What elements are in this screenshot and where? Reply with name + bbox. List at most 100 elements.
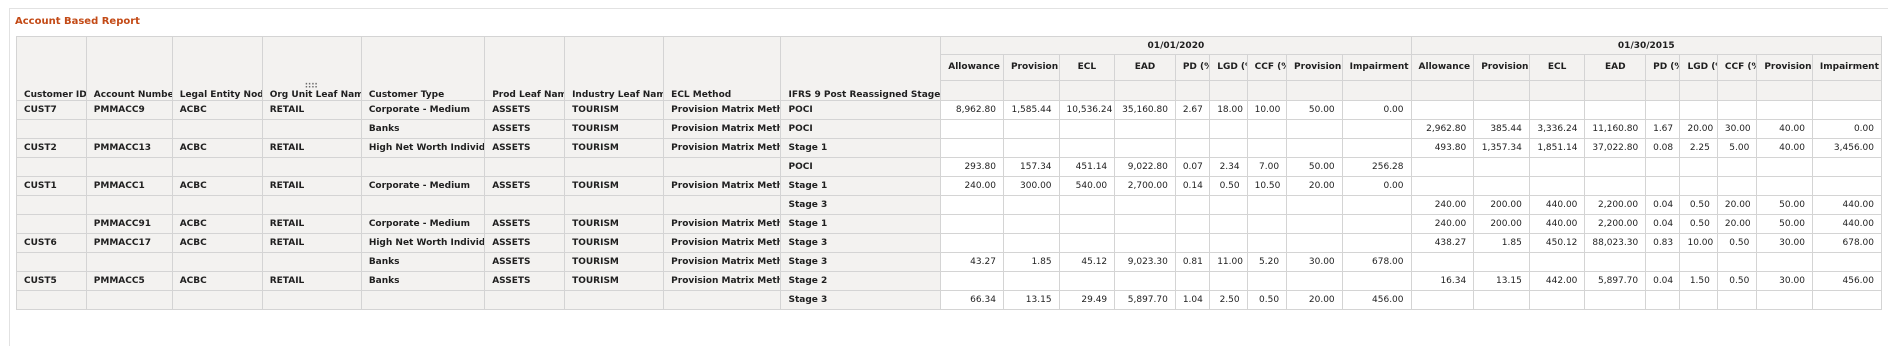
- dimension-cell: RETAIL: [261, 100, 362, 120]
- value-cell: 11,160.80: [1584, 119, 1647, 139]
- measure-header[interactable]: Provision: [1473, 54, 1530, 81]
- dimension-cell: PMMACC5: [85, 271, 173, 291]
- value-cell: 10.50: [1246, 176, 1288, 196]
- column-header-0[interactable]: Customer ID: [16, 36, 87, 101]
- measure-header[interactable]: Impairment Gain/Loss: [1811, 54, 1883, 81]
- dimension-cell: [171, 290, 263, 310]
- header-spacer: [940, 80, 1004, 101]
- value-cell: 10.00: [1679, 233, 1718, 253]
- measure-header[interactable]: PD (%): [1174, 54, 1211, 81]
- value-cell: 88,023.30: [1584, 233, 1647, 253]
- value-cell: [1410, 176, 1475, 196]
- column-header-label: Industry Leaf Name: [572, 90, 664, 100]
- value-cell: 2,200.00: [1584, 195, 1647, 215]
- measure-header[interactable]: EAD: [1114, 54, 1176, 81]
- value-cell: 0.50: [1246, 290, 1288, 310]
- value-cell: [1286, 214, 1343, 234]
- dimension-cell: [85, 119, 173, 139]
- dimension-cell: Provision Matrix Method: [663, 138, 782, 158]
- value-cell: 2,962.80: [1410, 119, 1475, 139]
- value-cell: 50.00: [1286, 157, 1343, 177]
- dimension-cell: TOURISM: [564, 119, 665, 139]
- value-cell: [1209, 138, 1248, 158]
- value-cell: [1174, 119, 1211, 139]
- column-header-5[interactable]: Prod Leaf Name: [484, 36, 566, 101]
- column-header-6[interactable]: Industry Leaf Name: [564, 36, 665, 101]
- table-row[interactable]: BanksASSETSTOURISMProvision Matrix Metho…: [16, 252, 1883, 272]
- value-cell: 5.00: [1716, 138, 1758, 158]
- column-header-3[interactable]: ∷∷ Org Unit Leaf Name: [261, 36, 362, 101]
- table-row[interactable]: CUST1 PMMACC1 ACBC RETAIL Corporate - Medium…: [16, 176, 1883, 196]
- dimension-cell: Provision Matrix Method: [663, 233, 782, 253]
- value-cell: [1473, 100, 1530, 120]
- table-row[interactable]: PMMACC91 ACBC RETAIL Corporate - Medium ASSE…: [16, 214, 1883, 234]
- value-cell: 0.04: [1645, 214, 1681, 234]
- column-header-1[interactable]: Account Number: [85, 36, 173, 101]
- dimension-cell: [171, 195, 263, 215]
- measure-header[interactable]: Allowance: [1410, 54, 1475, 81]
- dimension-cell: TOURISM: [564, 233, 665, 253]
- dimension-cell: TOURISM: [564, 176, 665, 196]
- value-cell: [1002, 214, 1060, 234]
- value-cell: 2.34: [1209, 157, 1248, 177]
- table-row[interactable]: BanksASSETSTOURISMProvision Matrix Metho…: [16, 119, 1883, 139]
- value-cell: 5,897.70: [1114, 290, 1176, 310]
- table-row[interactable]: CUST7 PMMACC9 ACBC RETAIL Corporate - Medium…: [16, 100, 1883, 120]
- table-row[interactable]: POCI 293.80 157.34 451.14 9,022.80 0.07 2.34 7.…: [16, 157, 1883, 177]
- measure-header[interactable]: Impairment Gain/Loss: [1341, 54, 1412, 81]
- dimension-cell: Corporate - Medium: [360, 176, 486, 196]
- table-row[interactable]: Stage 3 66.34 13.15 29.49 5,897.70 1.04 2.50 0.…: [16, 290, 1883, 310]
- value-cell: [1528, 100, 1586, 120]
- table-row[interactable]: CUST2 PMMACC13 ACBC RETAIL High Net Worth In…: [16, 138, 1883, 158]
- dimension-cell: Provision Matrix Method: [663, 100, 782, 120]
- measure-header[interactable]: ECL: [1528, 54, 1586, 81]
- column-header-4[interactable]: Customer Type: [360, 36, 486, 101]
- column-header-2[interactable]: Legal Entity Node: [171, 36, 263, 101]
- value-cell: 240.00: [1410, 214, 1475, 234]
- value-cell: 40.00: [1756, 119, 1813, 139]
- measure-header[interactable]: Provision Rate (%): [1756, 54, 1813, 81]
- measure-header[interactable]: Provision Rate (%): [1286, 54, 1343, 81]
- value-cell: 456.00: [1811, 271, 1883, 291]
- value-cell: [1174, 214, 1211, 234]
- dimension-cell: POCI: [780, 157, 942, 177]
- measure-header[interactable]: CCF (%): [1246, 54, 1288, 81]
- measure-header[interactable]: PD (%): [1645, 54, 1681, 81]
- dimension-cell: PMMACC9: [85, 100, 173, 120]
- value-cell: 0.07: [1174, 157, 1211, 177]
- header-spacer: [1645, 80, 1681, 101]
- measure-header[interactable]: EAD: [1584, 54, 1647, 81]
- dimension-cell: POCI: [780, 100, 942, 120]
- value-cell: [1174, 271, 1211, 291]
- measure-header[interactable]: CCF (%): [1716, 54, 1758, 81]
- measure-header[interactable]: LGD (%): [1209, 54, 1248, 81]
- table-row[interactable]: Stage 3 240.00 200.00 440.00 2,200.00 0.04 0.5…: [16, 195, 1883, 215]
- drag-handle-icon[interactable]: ∷∷: [270, 81, 354, 90]
- table-row[interactable]: CUST6 PMMACC17 ACBC RETAIL High Net Worth In…: [16, 233, 1883, 253]
- column-header-8[interactable]: IFRS 9 Post Reassigned Stage/POCI: [780, 36, 942, 101]
- measure-header[interactable]: LGD (%): [1679, 54, 1718, 81]
- value-cell: 2,200.00: [1584, 214, 1647, 234]
- dimension-cell: TOURISM: [564, 100, 665, 120]
- measure-header[interactable]: ECL: [1058, 54, 1116, 81]
- dimension-cell: [261, 252, 362, 272]
- value-cell: 1.50: [1679, 271, 1718, 291]
- value-cell: [1679, 252, 1718, 272]
- value-cell: [1114, 195, 1176, 215]
- dimension-cell: [564, 290, 665, 310]
- value-cell: 678.00: [1341, 252, 1412, 272]
- value-cell: 1.85: [1002, 252, 1060, 272]
- value-cell: [1811, 176, 1883, 196]
- header-spacer: [1756, 80, 1813, 101]
- table-row[interactable]: CUST5 PMMACC5 ACBC RETAIL Banks ASSETS TOURISM…: [16, 271, 1883, 291]
- value-cell: 256.28: [1341, 157, 1412, 177]
- value-cell: 16.34: [1410, 271, 1475, 291]
- column-header-7[interactable]: ECL Method: [663, 36, 782, 101]
- measure-header[interactable]: Provision: [1002, 54, 1060, 81]
- value-cell: [1246, 138, 1288, 158]
- measure-header[interactable]: Allowance: [940, 54, 1004, 81]
- value-cell: 20.00: [1286, 290, 1343, 310]
- header-spacer: [1058, 80, 1116, 101]
- value-cell: 678.00: [1811, 233, 1883, 253]
- value-cell: [1528, 290, 1586, 310]
